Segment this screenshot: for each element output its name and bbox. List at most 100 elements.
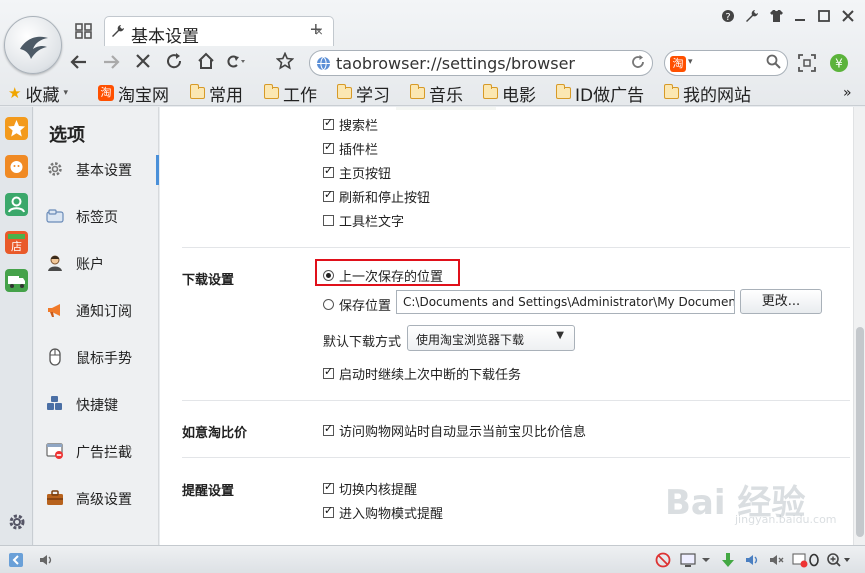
restore-closed-icon[interactable]: [224, 52, 246, 74]
show-search-bar-checkbox[interactable]: 搜索栏: [323, 115, 378, 134]
bookmark-folder[interactable]: 我的网站: [663, 83, 751, 106]
section-divider: [182, 400, 850, 401]
content-scrollbar[interactable]: [853, 107, 865, 545]
browser-logo[interactable]: [4, 16, 62, 74]
volume-icon[interactable]: [744, 552, 760, 568]
section-divider: [182, 247, 850, 248]
new-tab-button[interactable]: +: [310, 19, 322, 42]
show-home-button-checkbox[interactable]: 主页按钮: [323, 163, 391, 182]
zoom-control[interactable]: [826, 552, 852, 571]
checkbox-box[interactable]: [323, 480, 334, 494]
tools-wrench-icon[interactable]: [743, 9, 761, 27]
home-icon[interactable]: [195, 52, 217, 74]
adblock-status-icon[interactable]: [792, 552, 808, 568]
default-download-select[interactable]: 使用淘宝浏览器下载 ▼: [407, 325, 575, 351]
block-popup-icon[interactable]: [655, 552, 671, 568]
sidebar-item-label: 鼠标手势: [76, 351, 132, 367]
taobao-icon: 淘: [98, 85, 114, 101]
checkbox-box[interactable]: [323, 365, 334, 379]
contacts-icon[interactable]: [5, 193, 28, 216]
checkbox-label: 搜索栏: [339, 119, 379, 134]
close-window-icon[interactable]: [839, 9, 857, 27]
bookmark-favorites[interactable]: ★ 收藏 ▾: [8, 83, 68, 106]
checkbox-box[interactable]: [323, 140, 334, 154]
search-box[interactable]: 淘 ▾: [664, 50, 788, 76]
change-path-button[interactable]: 更改...: [740, 289, 822, 314]
forward-arrow-icon[interactable]: [100, 52, 122, 74]
sidebar-item-adblock[interactable]: 广告拦截: [34, 433, 159, 469]
download-path-field[interactable]: C:\Documents and Settings\Administrator\…: [396, 290, 735, 314]
price-compare-checkbox[interactable]: 访问购物网站时自动显示当前宝贝比价信息: [323, 421, 586, 440]
refresh-icon[interactable]: [163, 52, 185, 74]
bookmarks-more-button[interactable]: »: [843, 83, 852, 103]
delivery-truck-icon[interactable]: [5, 269, 28, 292]
screenshot-icon[interactable]: [796, 52, 818, 74]
display-icon[interactable]: [680, 552, 696, 568]
checkbox-box[interactable]: [323, 215, 334, 226]
tab-settings[interactable]: 基本设置 ×: [104, 16, 334, 47]
speaker-icon[interactable]: [38, 552, 54, 568]
sidebar-toggle-icon[interactable]: [8, 552, 24, 568]
address-bar[interactable]: taobrowser://settings/browser: [309, 50, 653, 76]
sound-mute-icon[interactable]: [768, 552, 784, 568]
bookmark-folder[interactable]: 常用: [189, 83, 243, 106]
settings-gear-icon[interactable]: [7, 512, 27, 532]
sidebar-item-notifications[interactable]: 通知订阅: [34, 292, 159, 328]
shopping-mode-reminder-checkbox[interactable]: 进入购物模式提醒: [323, 503, 443, 522]
radio-label: 保存位置: [339, 299, 392, 314]
sidebar-item-shortcuts[interactable]: 快捷键: [34, 386, 159, 422]
stop-icon[interactable]: [132, 52, 154, 74]
search-icon[interactable]: [766, 54, 781, 73]
bookmark-folder[interactable]: 电影: [482, 83, 536, 106]
sidebar-item-label: 标签页: [76, 210, 118, 226]
settings-sidebar: 选项 基本设置 标签页 账户 通知订阅 鼠标手势 快捷键 广告拦截 高级设置: [34, 107, 159, 545]
search-engine-dropdown-icon[interactable]: ▾: [688, 56, 693, 67]
save-location-radio[interactable]: 保存位置: [323, 295, 391, 314]
checkbox-box[interactable]: [323, 504, 334, 518]
scrollbar-thumb[interactable]: [856, 327, 864, 537]
radio-label: 上一次保存的位置: [339, 270, 444, 285]
checkbox-box[interactable]: [323, 422, 334, 436]
alipay-yuan-icon[interactable]: ¥: [828, 52, 850, 74]
help-icon[interactable]: ?: [719, 9, 737, 27]
resume-downloads-checkbox[interactable]: 启动时继续上次中断的下载任务: [323, 364, 521, 383]
dropdown-arrow-icon[interactable]: [701, 552, 717, 568]
taobao-mascot-icon[interactable]: [5, 155, 28, 178]
folder-icon: [663, 84, 679, 99]
kernel-switch-reminder-checkbox[interactable]: 切换内核提醒: [323, 479, 417, 498]
bookmarks-bar: ★ 收藏 ▾ 淘 淘宝网 常用 工作 学习 音乐 电影 ID做广告 我的网站 »: [0, 80, 865, 106]
back-arrow-icon[interactable]: [68, 52, 90, 74]
sidebar-item-mouse-gestures[interactable]: 鼠标手势: [34, 339, 159, 375]
address-refresh-icon[interactable]: [630, 54, 646, 74]
address-url[interactable]: taobrowser://settings/browser: [336, 54, 575, 73]
last-location-radio[interactable]: 上一次保存的位置: [323, 266, 443, 285]
bookmark-folder[interactable]: 学习: [336, 83, 390, 106]
shop-icon[interactable]: 店: [5, 231, 28, 254]
sidebar-item-advanced[interactable]: 高级设置: [34, 480, 159, 516]
toolbar-text-checkbox[interactable]: 工具栏文字: [323, 211, 404, 230]
download-arrow-icon[interactable]: [720, 552, 736, 568]
show-plugin-bar-checkbox[interactable]: 插件栏: [323, 139, 378, 158]
skin-shirt-icon[interactable]: [767, 9, 785, 27]
maximize-icon[interactable]: [815, 9, 833, 27]
sidebar-item-tabs[interactable]: 标签页: [34, 198, 159, 234]
svg-text:?: ?: [725, 12, 730, 23]
bookmark-folder[interactable]: 工作: [263, 83, 317, 106]
favorites-star-icon[interactable]: [5, 117, 28, 140]
chevron-down-icon: ▾: [63, 88, 68, 98]
checkbox-box[interactable]: [323, 116, 334, 130]
search-engine-taobao-icon[interactable]: 淘: [670, 56, 686, 72]
radio-button[interactable]: [323, 299, 334, 310]
tab-overview-icon[interactable]: [74, 22, 94, 40]
checkbox-box[interactable]: [323, 188, 334, 202]
show-refresh-stop-checkbox[interactable]: 刷新和停止按钮: [323, 187, 430, 206]
bookmark-item[interactable]: 淘 淘宝网: [98, 83, 169, 106]
sidebar-item-basic[interactable]: 基本设置: [34, 151, 159, 187]
sidebar-item-account[interactable]: 账户: [34, 245, 159, 281]
bookmark-folder[interactable]: ID做广告: [555, 83, 644, 106]
favorite-star-icon[interactable]: [274, 51, 296, 74]
radio-button[interactable]: [323, 270, 334, 281]
checkbox-box[interactable]: [323, 164, 334, 178]
bookmark-folder[interactable]: 音乐: [409, 83, 463, 106]
minimize-icon[interactable]: [791, 9, 809, 27]
